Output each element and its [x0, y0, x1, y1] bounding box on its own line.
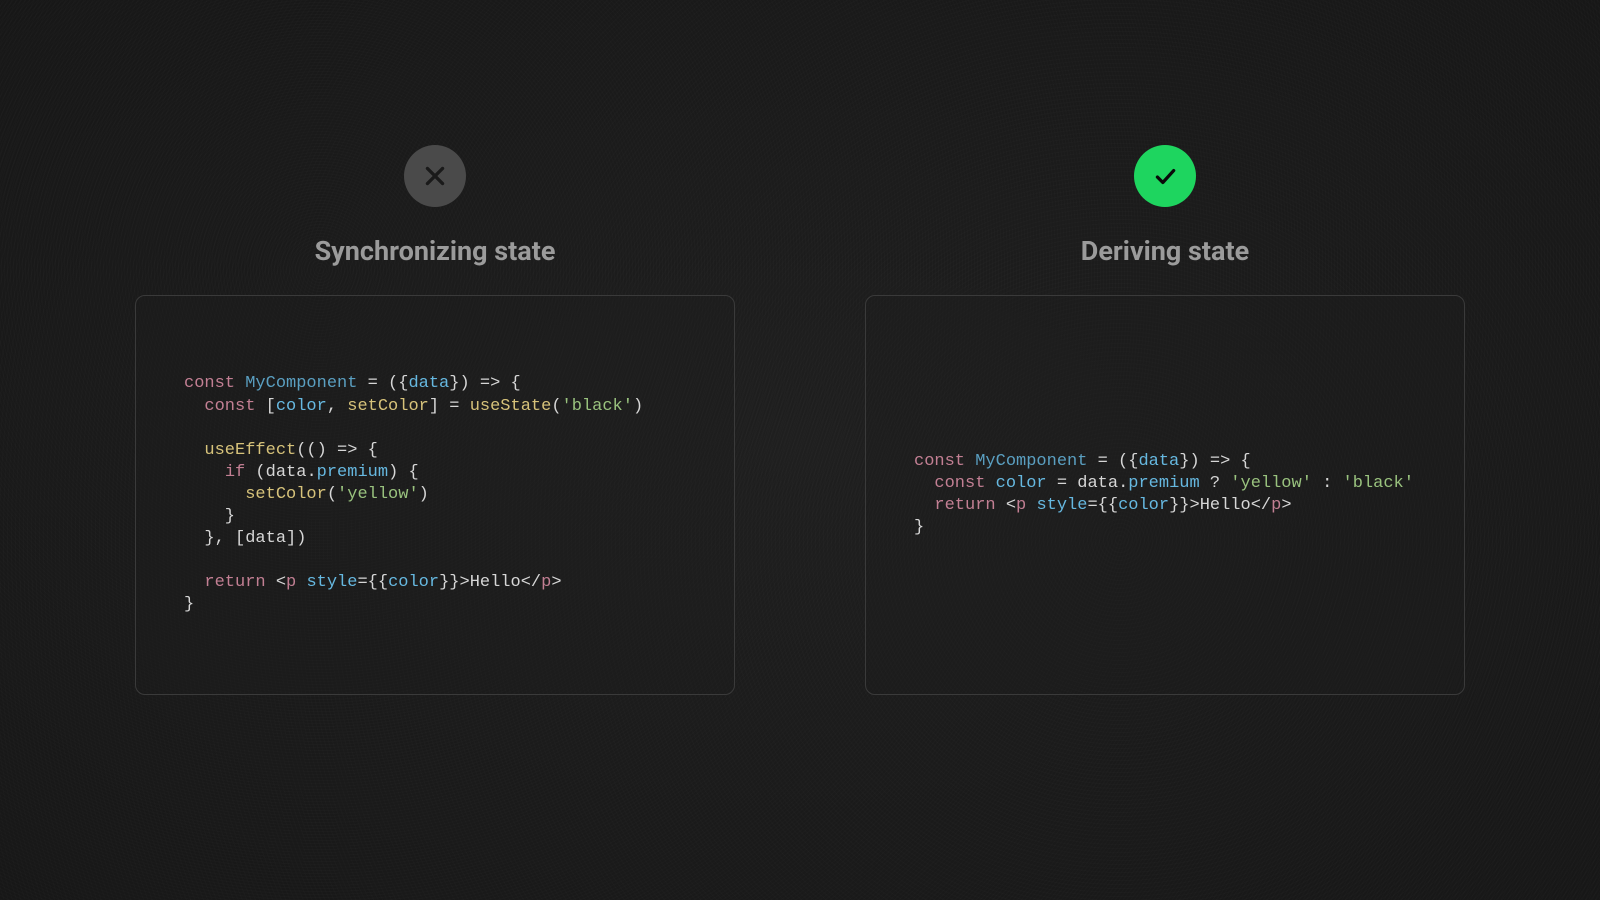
code-box-right: const MyComponent = ({data}) => { const …: [865, 295, 1465, 695]
panel-deriving: Deriving state const MyComponent = ({dat…: [865, 145, 1465, 695]
code-left: const MyComponent = ({data}) => { const …: [184, 373, 643, 616]
panel-title-right: Deriving state: [1081, 235, 1249, 267]
panel-title-left: Synchronizing state: [315, 235, 556, 267]
check-icon: [1134, 145, 1196, 207]
panel-synchronizing: Synchronizing state const MyComponent = …: [135, 145, 735, 695]
comparison-container: Synchronizing state const MyComponent = …: [0, 0, 1600, 695]
cross-icon: [404, 145, 466, 207]
code-right: const MyComponent = ({data}) => { const …: [914, 451, 1414, 539]
code-box-left: const MyComponent = ({data}) => { const …: [135, 295, 735, 695]
